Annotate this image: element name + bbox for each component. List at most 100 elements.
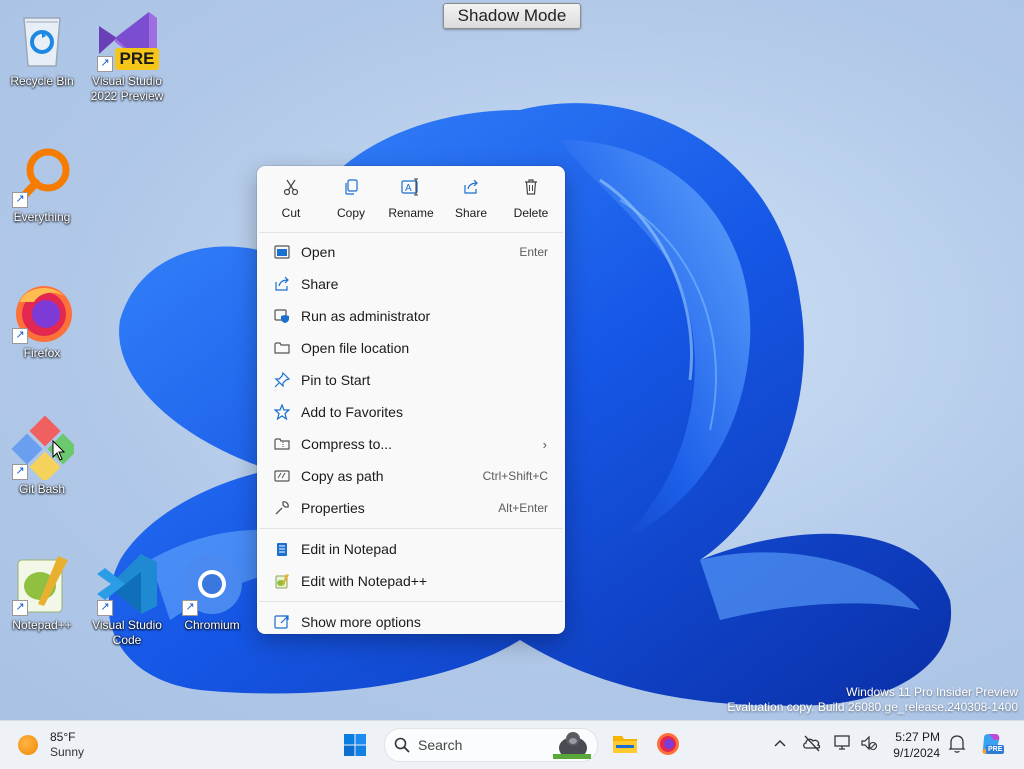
- chevron-up-icon: [774, 739, 786, 747]
- copy-icon: [321, 176, 381, 198]
- clock-date: 9/1/2024: [893, 746, 940, 760]
- desktop-icon-label: Everything: [13, 210, 71, 224]
- desktop-icon-git-bash[interactable]: ↗ Git Bash: [3, 415, 81, 497]
- menu-divider: [259, 601, 563, 602]
- shortcut-arrow-icon: ↗: [12, 600, 28, 616]
- notifications-button[interactable]: [948, 734, 966, 759]
- start-button[interactable]: [343, 733, 367, 757]
- notepad-plus-plus-icon: ↗: [10, 552, 74, 616]
- zip-folder-icon: [273, 435, 291, 453]
- shortcut-arrow-icon: ↗: [12, 464, 28, 480]
- menu-item-label: Edit with Notepad++: [301, 573, 428, 589]
- menu-item-label: Properties: [301, 500, 365, 516]
- copilot-pre-badge: PRE: [986, 745, 1005, 754]
- open-window-icon: [273, 243, 291, 261]
- chevron-right-icon: ›: [542, 436, 547, 452]
- search-placeholder: Search: [418, 737, 463, 753]
- rename-button[interactable]: A Rename: [381, 176, 441, 228]
- delete-label: Delete: [513, 206, 549, 220]
- menu-item-copy-as-path[interactable]: Copy as path Ctrl+Shift+C: [257, 460, 565, 492]
- menu-item-label: Open: [301, 244, 336, 260]
- network-tray-button[interactable]: [834, 734, 852, 757]
- firefox-taskbar-button[interactable]: [656, 732, 680, 756]
- cut-label: Cut: [281, 206, 301, 220]
- evaluation-watermark: Windows 11 Pro Insider Preview Evaluatio…: [727, 685, 1018, 715]
- clock[interactable]: 5:27 PM 9/1/2024: [888, 729, 940, 761]
- menu-item-properties[interactable]: Properties Alt+Enter: [257, 492, 565, 524]
- windows-logo-icon: [344, 734, 366, 756]
- desktop-icon-recycle-bin[interactable]: Recycle Bin: [3, 8, 81, 89]
- chromium-icon: ↗: [180, 552, 244, 616]
- menu-item-show-more-options[interactable]: Show more options: [257, 606, 565, 638]
- onedrive-tray-button[interactable]: [802, 734, 822, 757]
- desktop-icon-label: Git Bash: [18, 482, 66, 496]
- menu-item-label: Compress to...: [301, 436, 393, 452]
- notepad-icon: [273, 540, 291, 558]
- menu-item-run-as-administrator[interactable]: Run as administrator: [257, 300, 565, 332]
- desktop-icon-label: Chromium: [184, 618, 240, 632]
- menu-item-open[interactable]: Open Enter: [257, 236, 565, 268]
- scissors-icon: [261, 176, 321, 198]
- rename-label: Rename: [388, 206, 434, 220]
- share-label: Share: [454, 206, 488, 220]
- desktop-icon-everything[interactable]: ↗ Everything: [3, 144, 81, 225]
- context-menu-quick-actions: Cut Copy A Rename Share Delete: [257, 166, 565, 228]
- copy-label: Copy: [336, 206, 365, 220]
- pin-icon: [273, 371, 291, 389]
- gorilla-highlight-icon: [553, 732, 591, 759]
- volume-tray-button[interactable]: [860, 734, 878, 757]
- menu-item-shortcut: Ctrl+Shift+C: [482, 469, 548, 483]
- show-hidden-icons-button[interactable]: [772, 735, 788, 756]
- menu-item-label: Run as administrator: [301, 308, 431, 324]
- cloud-offline-icon: [803, 735, 821, 752]
- shortcut-arrow-icon: ↗: [12, 328, 28, 344]
- sun-icon: [18, 735, 38, 755]
- delete-button[interactable]: Delete: [501, 176, 561, 228]
- everything-magnifier-icon: ↗: [10, 144, 74, 208]
- shortcut-arrow-icon: ↗: [97, 600, 113, 616]
- menu-item-add-to-favorites[interactable]: Add to Favorites: [257, 396, 565, 428]
- menu-item-share[interactable]: Share: [257, 268, 565, 300]
- menu-item-open-file-location[interactable]: Open file location: [257, 332, 565, 364]
- menu-item-label: Share: [301, 276, 339, 292]
- share-button[interactable]: Share: [441, 176, 501, 228]
- file-explorer-taskbar-button[interactable]: [612, 732, 638, 756]
- desktop-icon-notepad-plus-plus[interactable]: ↗ Notepad++: [3, 552, 81, 633]
- menu-item-compress-to[interactable]: Compress to... ›: [257, 428, 565, 460]
- taskbar-search-box[interactable]: Search: [384, 728, 598, 762]
- show-more-icon: [273, 613, 291, 631]
- weather-description: Sunny: [50, 745, 85, 759]
- menu-item-label: Edit in Notepad: [301, 541, 397, 557]
- menu-item-pin-to-start[interactable]: Pin to Start: [257, 364, 565, 396]
- cut-button[interactable]: Cut: [261, 176, 321, 228]
- weather-widget[interactable]: 85°F Sunny: [18, 730, 84, 760]
- shadow-mode-button[interactable]: Shadow Mode: [443, 3, 581, 29]
- menu-item-edit-with-notepad-plus-plus[interactable]: Edit with Notepad++: [257, 565, 565, 597]
- speaker-muted-icon: [861, 735, 878, 751]
- mouse-cursor-icon: [52, 440, 66, 461]
- watermark-line1: Windows 11 Pro Insider Preview: [846, 685, 1018, 699]
- desktop-icon-visual-studio-2022-preview[interactable]: PRE ↗ Visual Studio 2022 Preview: [88, 8, 166, 104]
- admin-shield-icon: [273, 307, 291, 325]
- pre-badge: PRE: [115, 48, 159, 70]
- copilot-button[interactable]: PRE: [980, 732, 1005, 761]
- wrench-icon: [273, 499, 291, 517]
- menu-item-label: Pin to Start: [301, 372, 371, 388]
- menu-item-label: Show more options: [301, 614, 421, 630]
- desktop-icon-chromium[interactable]: ↗ Chromium: [173, 552, 251, 633]
- network-monitor-icon: [834, 735, 850, 750]
- star-icon: [273, 403, 291, 421]
- desktop-icon-firefox[interactable]: ↗ Firefox: [3, 280, 81, 361]
- svg-text:A: A: [405, 183, 412, 194]
- menu-item-edit-in-notepad[interactable]: Edit in Notepad: [257, 533, 565, 565]
- copy-button[interactable]: Copy: [321, 176, 381, 228]
- vscode-icon: ↗: [95, 552, 159, 616]
- copy-path-icon: [273, 467, 291, 485]
- desktop-icon-label: Visual Studio Code: [92, 618, 162, 647]
- desktop-icon-label: Visual Studio 2022 Preview: [90, 74, 164, 103]
- rename-icon: A: [381, 176, 441, 198]
- desktop-icon-visual-studio-code[interactable]: ↗ Visual Studio Code: [88, 552, 166, 648]
- menu-item-label: Open file location: [301, 340, 410, 356]
- clock-time: 5:27 PM: [895, 730, 940, 744]
- taskbar: 85°F Sunny Search 5:27 PM 9/1/2024 PRE: [0, 720, 1024, 769]
